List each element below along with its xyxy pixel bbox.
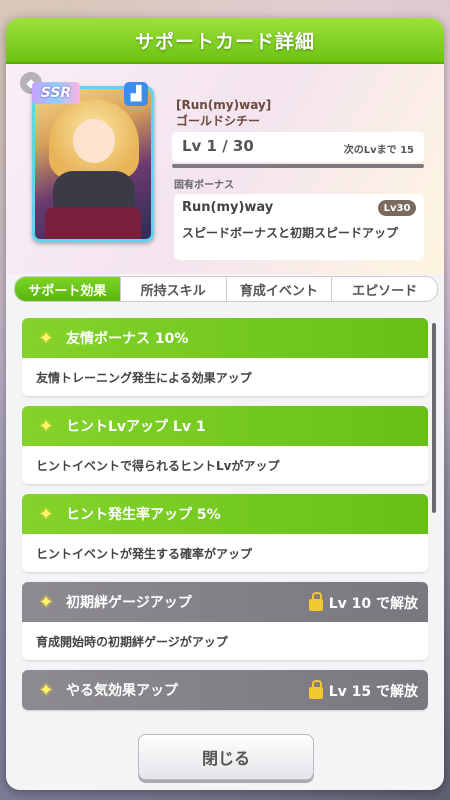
level-text: Lv 1 / 30	[182, 137, 254, 155]
unique-bonus-name: Run(my)way	[182, 200, 274, 215]
tab-episode[interactable]: エピソード	[331, 277, 437, 301]
dialog-title: サポートカード詳細	[134, 30, 315, 53]
effect-description: ヒントイベントが発生する確率がアップ	[36, 546, 253, 561]
unique-bonus-box: Run(my)way Lv30 スピードボーナスと初期スピードアップ	[174, 194, 424, 260]
effect-header: ✦ ヒントLvアップ Lv 1	[22, 406, 428, 446]
effect-description: 友情トレーニング発生による効果アップ	[36, 370, 252, 385]
lock-icon	[308, 592, 323, 611]
support-card-detail-dialog: サポートカード詳細 ◆ SSR ▟ [Run(my)way] ゴールドシチー L…	[6, 18, 444, 790]
sparkle-icon: ✦	[38, 591, 54, 613]
sparkle-icon: ✦	[38, 503, 54, 525]
unlock-condition: Lv 10 で解放	[308, 592, 418, 613]
tab-support-effect[interactable]: サポート効果	[15, 277, 120, 301]
effect-item-locked: ✦ やる気効果アップ Lv 15 で解放	[22, 670, 428, 710]
unique-bonus-label: 固有ボーナス	[174, 180, 234, 191]
effect-title: やる気効果アップ	[66, 683, 178, 699]
lock-icon	[308, 680, 323, 699]
sparkle-icon: ✦	[38, 415, 54, 437]
effect-description: 育成開始時の初期絆ゲージがアップ	[36, 634, 228, 649]
sparkle-icon: ✦	[38, 679, 54, 701]
level-box: Lv 1 / 30 次のLvまで 15	[172, 132, 424, 162]
card-art-skirt	[45, 207, 141, 239]
effect-title: ヒント発生率アップ 5%	[66, 507, 221, 523]
unlock-condition: Lv 15 で解放	[308, 680, 418, 701]
level-progress-bar	[172, 164, 424, 168]
card-name-block: [Run(my)way] ゴールドシチー	[176, 97, 271, 129]
close-button[interactable]: 閉じる	[138, 734, 314, 780]
rarity-badge: SSR	[32, 82, 80, 104]
tab-training-events[interactable]: 育成イベント	[225, 277, 332, 301]
unique-bonus-description: スピードボーナスと初期スピードアップ	[182, 226, 399, 240]
card-title: [Run(my)way]	[176, 98, 272, 112]
effect-header: ✦ 友情ボーナス 10%	[22, 318, 428, 358]
card-image[interactable]	[32, 86, 154, 242]
card-art-face	[73, 119, 115, 163]
effect-item: ✦ ヒントLvアップ Lv 1 ヒントイベントで得られるヒントLvがアップ	[22, 406, 428, 484]
effect-item-locked: ✦ 初期絆ゲージアップ Lv 10 で解放 育成開始時の初期絆ゲージがアップ	[22, 582, 428, 660]
effect-title: 友情ボーナス 10%	[66, 331, 189, 347]
effect-header: ✦ 初期絆ゲージアップ Lv 10 で解放	[22, 582, 428, 622]
sparkle-icon: ✦	[38, 327, 54, 349]
support-effect-list[interactable]: ✦ 友情ボーナス 10% 友情トレーニング発生による効果アップ ✦ ヒントLvア…	[22, 318, 428, 714]
card-info-panel: ◆ SSR ▟ [Run(my)way] ゴールドシチー Lv 1 / 30 次…	[6, 64, 444, 274]
dialog-footer: 閉じる	[6, 714, 444, 790]
unlock-text: Lv 10 で解放	[328, 596, 418, 612]
effect-header: ✦ やる気効果アップ Lv 15 で解放	[22, 670, 428, 710]
effect-description: ヒントイベントで得られるヒントLvがアップ	[36, 458, 280, 473]
character-name: ゴールドシチー	[176, 114, 261, 128]
effect-title: 初期絆ゲージアップ	[66, 595, 192, 611]
effect-header: ✦ ヒント発生率アップ 5%	[22, 494, 428, 534]
unlock-text: Lv 15 で解放	[328, 684, 418, 700]
tab-owned-skills[interactable]: 所持スキル	[119, 277, 226, 301]
effect-title: ヒントLvアップ Lv 1	[66, 419, 206, 435]
list-scrollbar[interactable]	[432, 323, 436, 513]
effect-item: ✦ 友情ボーナス 10% 友情トレーニング発生による効果アップ	[22, 318, 428, 396]
unique-bonus-level-badge: Lv30	[378, 200, 416, 216]
dialog-header: サポートカード詳細	[6, 18, 444, 64]
detail-tabs: サポート効果 所持スキル 育成イベント エピソード	[14, 276, 438, 302]
shoe-icon: ▟	[124, 82, 148, 106]
next-level-text: 次のLvまで 15	[343, 145, 414, 156]
effect-item: ✦ ヒント発生率アップ 5% ヒントイベントが発生する確率がアップ	[22, 494, 428, 572]
